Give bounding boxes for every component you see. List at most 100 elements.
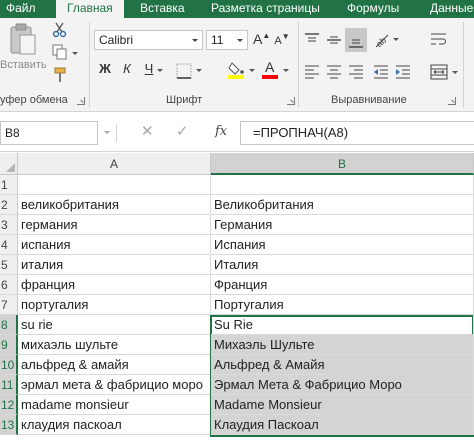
font-name-combobox[interactable]: Calibri [94, 30, 203, 50]
orientation-dropdown-icon[interactable] [393, 30, 399, 48]
row-header[interactable]: 8 [0, 315, 18, 335]
decrease-font-size-button[interactable]: A▼ [274, 32, 290, 51]
cell-b9[interactable]: Михаэль Шульте [211, 335, 474, 355]
select-all-button[interactable] [0, 153, 18, 175]
tab-file[interactable]: Файл [6, 0, 36, 18]
increase-indent-icon[interactable] [395, 64, 411, 80]
insert-function-button[interactable]: fx [215, 122, 227, 142]
copy-icon[interactable] [52, 44, 68, 60]
cell-b5[interactable]: Италия [211, 255, 474, 275]
cell-a9[interactable]: михаэль шульте [18, 335, 211, 355]
cell-a4[interactable]: испания [18, 235, 211, 255]
orientation-icon[interactable]: ab [373, 31, 391, 49]
cell-a13[interactable]: клаудия паскоал [18, 415, 211, 435]
row-header[interactable]: 1 [0, 175, 18, 195]
chevron-down-icon[interactable] [233, 31, 247, 49]
formula-input[interactable]: =ПРОПНАЧ(A8) [240, 121, 474, 145]
underline-button[interactable]: Ч [141, 61, 157, 79]
cell-b7[interactable]: Португалия [211, 295, 474, 315]
cell-a6[interactable]: франция [18, 275, 211, 295]
row-header[interactable]: 12 [0, 395, 18, 415]
cell-b3[interactable]: Германия [211, 215, 474, 235]
row-header[interactable]: 13 [0, 415, 18, 435]
ribbon: Вставить уфер обмена Calibri 11 A▲ A▼ Ж … [0, 18, 474, 112]
cell-a11[interactable]: эрмал мета & фабрицио моро [18, 375, 211, 395]
cell-a1[interactable] [18, 175, 211, 195]
row-header[interactable]: 4 [0, 235, 18, 255]
row-header[interactable]: 5 [0, 255, 18, 275]
font-size-combobox[interactable]: 11 [206, 30, 248, 50]
copy-dropdown-icon[interactable] [72, 44, 78, 62]
wrap-text-icon[interactable] [430, 32, 448, 48]
underline-dropdown-icon[interactable] [157, 61, 163, 79]
cell-b2[interactable]: Великобритания [211, 195, 474, 215]
clipboard-launcher-icon[interactable] [77, 97, 85, 105]
increase-font-size-button[interactable]: A▲ [253, 31, 270, 49]
font-name-value: Calibri [99, 33, 134, 47]
cell-b11[interactable]: Эрмал Мета & Фабрицио Моро [211, 375, 474, 395]
fill-color-swatch [228, 75, 244, 79]
font-color-dropdown-icon[interactable] [283, 61, 289, 79]
bold-button[interactable]: Ж [97, 61, 113, 79]
group-divider [463, 22, 464, 108]
fill-color-dropdown-icon[interactable] [249, 61, 255, 79]
alignment-launcher-icon[interactable] [448, 97, 456, 105]
column-header-b[interactable]: B [211, 153, 474, 175]
worksheet-grid[interactable]: A B 1 2 великобритания Великобритания 3 герма… [0, 153, 474, 448]
enter-icon[interactable]: ✓ [176, 122, 189, 142]
cut-icon[interactable] [52, 22, 68, 38]
cell-a8[interactable]: su rie [18, 315, 211, 335]
tab-insert[interactable]: Вставка [140, 0, 185, 18]
paste-label[interactable]: Вставить [0, 59, 47, 71]
cell-b8[interactable]: Su Rie [211, 315, 474, 335]
cell-b1[interactable] [211, 175, 474, 195]
paste-icon[interactable] [8, 22, 38, 56]
align-top-icon[interactable] [304, 32, 320, 48]
tab-page-layout[interactable]: Разметка страницы [211, 0, 320, 18]
cell-b4[interactable]: Испания [211, 235, 474, 255]
column-header-a[interactable]: A [18, 153, 211, 175]
row-header[interactable]: 11 [0, 375, 18, 395]
cell-b10[interactable]: Альфред & Амайя [211, 355, 474, 375]
align-left-icon[interactable] [304, 64, 320, 80]
tab-home[interactable]: Главная [56, 0, 124, 19]
cell-b12[interactable]: Madame Monsieur [211, 395, 474, 415]
tab-data[interactable]: Данные [430, 0, 473, 18]
align-right-icon[interactable] [348, 64, 364, 80]
align-bottom-icon[interactable] [345, 28, 367, 52]
decrease-indent-icon[interactable] [373, 64, 389, 80]
row-header[interactable]: 9 [0, 335, 18, 355]
cell-b13[interactable]: Клаудия Паскоал [211, 415, 474, 435]
chevron-down-icon[interactable] [188, 31, 202, 49]
cell-b6[interactable]: Франция [211, 275, 474, 295]
borders-dropdown-icon[interactable] [196, 61, 202, 79]
row-header[interactable]: 7 [0, 295, 18, 315]
font-launcher-icon[interactable] [287, 97, 295, 105]
italic-button[interactable]: К [119, 61, 135, 79]
formula-bar-divider [116, 124, 117, 142]
font-color-icon[interactable]: A [262, 59, 280, 80]
name-box[interactable]: B8 [0, 121, 98, 145]
align-center-icon[interactable] [326, 64, 342, 80]
name-box-chevron-down-icon[interactable] [104, 131, 110, 134]
fill-color-icon[interactable] [228, 60, 246, 80]
group-divider [89, 22, 90, 108]
cell-a3[interactable]: германия [18, 215, 211, 235]
cell-a7[interactable]: португалия [18, 295, 211, 315]
row-header[interactable]: 10 [0, 355, 18, 375]
row-header[interactable]: 2 [0, 195, 18, 215]
cell-a12[interactable]: madame monsieur [18, 395, 211, 415]
alignment-group-label: Выравнивание [331, 94, 407, 106]
cell-a2[interactable]: великобритания [18, 195, 211, 215]
tab-formulas[interactable]: Формулы [347, 0, 399, 18]
row-header[interactable]: 6 [0, 275, 18, 295]
cancel-icon[interactable]: ✕ [141, 122, 154, 142]
format-painter-icon[interactable] [52, 67, 68, 83]
merge-dropdown-icon[interactable] [452, 63, 458, 81]
merge-center-icon[interactable] [430, 63, 448, 81]
cell-a5[interactable]: италия [18, 255, 211, 275]
row-header[interactable]: 3 [0, 215, 18, 235]
align-middle-icon[interactable] [326, 32, 342, 48]
borders-icon[interactable] [176, 63, 192, 79]
cell-a10[interactable]: альфред & амайя [18, 355, 211, 375]
